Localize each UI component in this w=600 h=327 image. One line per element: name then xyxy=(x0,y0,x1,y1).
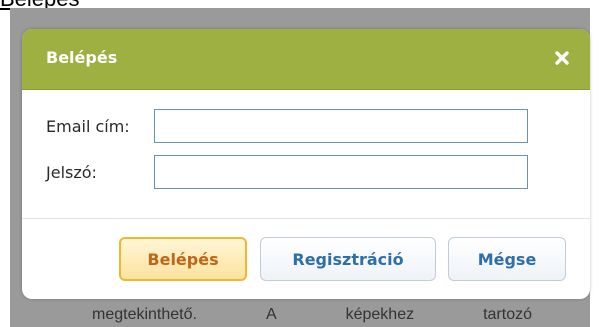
cancel-button[interactable]: Mégse xyxy=(448,237,566,281)
email-label: Email cím: xyxy=(46,116,130,136)
email-row: Email cím: xyxy=(46,107,528,145)
background-word: képekhez xyxy=(345,306,415,323)
background-word: megtekinthető. xyxy=(92,306,197,323)
background-text: megtekinthető. A képekhez tartozó xyxy=(92,306,532,324)
dialog-title: Belépés xyxy=(46,48,118,67)
background-word: tartozó xyxy=(483,306,532,323)
register-button[interactable]: Regisztráció xyxy=(260,237,436,281)
password-row: Jelszó: xyxy=(46,153,528,191)
password-label: Jelszó: xyxy=(46,162,97,182)
login-dialog: Belépés Email cím: Jelszó: Belépés Regis… xyxy=(22,29,590,299)
email-field[interactable] xyxy=(154,109,528,143)
dialog-titlebar: Belépés xyxy=(22,29,590,90)
close-x-icon xyxy=(555,51,569,65)
background-word: A xyxy=(265,306,277,323)
dialog-divider xyxy=(22,218,590,219)
login-button[interactable]: Belépés xyxy=(119,237,247,281)
close-icon[interactable] xyxy=(550,45,574,71)
password-field[interactable] xyxy=(154,155,528,189)
